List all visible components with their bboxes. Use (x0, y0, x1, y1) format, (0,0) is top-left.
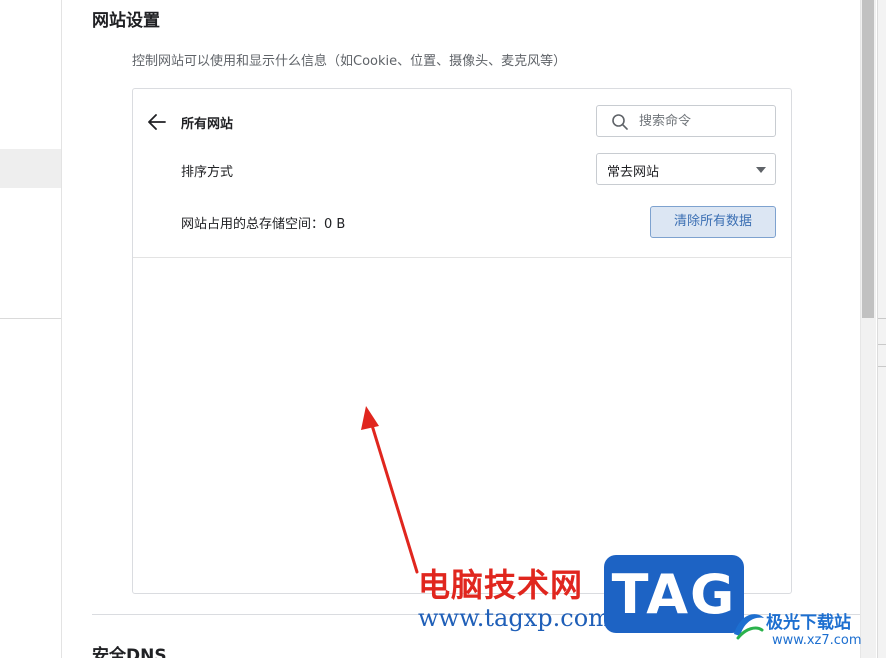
watermark-brand-url: www.xz7.com (772, 633, 862, 648)
secure-dns-title: 安全DNS (92, 646, 167, 658)
panel-title: 所有网站 (181, 117, 234, 132)
sort-select[interactable]: 常去网站 (596, 153, 776, 185)
left-sidebar (0, 0, 62, 658)
annotation-arrow (361, 406, 419, 574)
scrollbar-thumb[interactable] (862, 0, 874, 318)
sort-select-value: 常去网站 (607, 165, 660, 180)
watermark-url: www.tagxp.com (418, 604, 611, 632)
section-title: 网站设置 (92, 11, 160, 31)
storage-usage-text: 网站占用的总存储空间：0 B (181, 217, 346, 232)
search-box[interactable] (596, 105, 776, 137)
watermark-tag-text: TAG (611, 563, 737, 626)
panel-divider (133, 257, 791, 258)
watermark-text: 电脑技术网 (418, 566, 584, 604)
watermark-tag-logo: TAG (604, 555, 744, 633)
window-right-edge (877, 0, 886, 658)
all-sites-panel: 所有网站 排序方式 常去网站 网站占用的总存储空间：0 B 清除所有数据 (132, 88, 792, 594)
sidebar-selected-item[interactable] (0, 149, 61, 188)
aurora-logo-icon (734, 614, 764, 640)
sidebar-divider (0, 318, 61, 319)
back-arrow-icon[interactable] (145, 111, 169, 133)
section-description: 控制网站可以使用和显示什么信息（如Cookie、位置、摄像头、麦克风等） (132, 54, 567, 69)
search-input[interactable] (639, 111, 769, 131)
clear-all-data-button[interactable]: 清除所有数据 (650, 206, 776, 238)
chevron-down-icon (756, 167, 766, 173)
watermark-brand: 极光下载站 (766, 613, 851, 633)
search-icon (611, 113, 629, 131)
sort-label: 排序方式 (181, 165, 234, 180)
